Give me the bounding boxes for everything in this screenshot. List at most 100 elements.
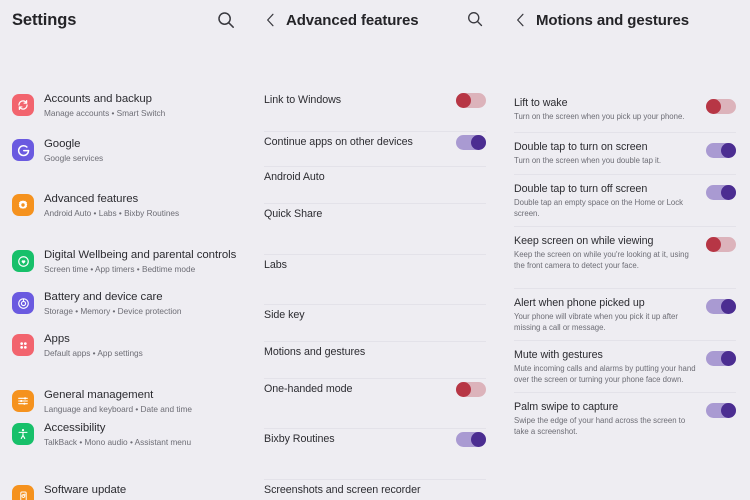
advanced-item-side-key[interactable]: Side key — [250, 304, 500, 326]
settings-item-title: General management — [44, 389, 154, 401]
settings-item-title: Digital Wellbeing and parental controls — [44, 249, 237, 261]
motions-item-text: Keep screen on while viewing Keep the sc… — [514, 234, 706, 271]
settings-item-accounts-and-backup[interactable]: Accounts and backup Manage accounts • Sm… — [0, 92, 250, 121]
toggle-switch[interactable] — [456, 431, 486, 447]
wellbeing-heart-icon — [12, 250, 34, 272]
settings-item-accessibility[interactable]: Accessibility TalkBack • Mono audio • As… — [0, 421, 250, 450]
advanced-item-text: Labs — [264, 258, 486, 272]
motions-item-label: Palm swipe to capture — [514, 401, 619, 413]
advanced-item-text: Link to Windows — [264, 93, 456, 107]
toggle-knob — [721, 403, 736, 418]
settings-item-software-update[interactable]: Software update Download and install — [0, 483, 250, 500]
advanced-item-continue-apps-on-other-devices[interactable]: Continue apps on other devices — [250, 131, 500, 153]
motions-item-description: Turn on the screen when you double tap i… — [514, 156, 662, 165]
advanced-item-one-handed-mode[interactable]: One-handed mode — [250, 378, 500, 400]
page-title: Settings — [12, 10, 77, 29]
motions-item-palm-swipe-to-capture[interactable]: Palm swipe to capture Swipe the edge of … — [500, 392, 750, 437]
toggle-switch[interactable] — [456, 134, 486, 150]
search-icon[interactable] — [216, 10, 236, 30]
toggle-switch[interactable] — [706, 143, 736, 158]
motions-item-mute-with-gestures[interactable]: Mute with gestures Mute incoming calls a… — [500, 340, 750, 385]
chevron-left-icon[interactable] — [262, 9, 278, 31]
toggle-knob — [471, 134, 486, 150]
advanced-item-label: Side key — [264, 309, 305, 321]
motions-item-label: Double tap to turn off screen — [514, 183, 648, 195]
toggle-knob — [456, 92, 471, 108]
motions-item-description: Swipe the edge of your hand across the s… — [514, 416, 686, 436]
toggle-switch[interactable] — [706, 99, 736, 114]
motions-item-text: Mute with gestures Mute incoming calls a… — [514, 348, 706, 385]
advanced-item-text: One-handed mode — [264, 382, 456, 396]
toggle-switch[interactable] — [456, 381, 486, 397]
chevron-left-icon[interactable] — [512, 9, 528, 31]
motions-item-label: Double tap to turn on screen — [514, 141, 648, 153]
settings-item-subtitle: TalkBack • Mono audio • Assistant menu — [44, 437, 192, 447]
advanced-item-text: Screenshots and screen recorder — [264, 483, 486, 497]
advanced-item-text: Android Auto — [264, 170, 486, 184]
advanced-item-screenshots-and-screen-recorder[interactable]: Screenshots and screen recorder — [250, 479, 500, 500]
advanced-item-labs[interactable]: Labs — [250, 254, 500, 276]
advanced-item-motions-and-gestures[interactable]: Motions and gestures — [250, 341, 500, 363]
settings-item-text: Software update Download and install — [44, 483, 126, 500]
toggle-knob — [706, 99, 721, 114]
google-g-icon — [12, 139, 34, 161]
settings-item-subtitle: Language and keyboard • Date and time — [44, 404, 192, 414]
settings-item-subtitle: Android Auto • Labs • Bixby Routines — [44, 208, 180, 218]
toggle-switch[interactable] — [706, 351, 736, 366]
advanced-item-link-to-windows[interactable]: Link to Windows — [250, 89, 500, 111]
settings-item-digital-wellbeing-and-parental-controls[interactable]: Digital Wellbeing and parental controls … — [0, 248, 250, 277]
settings-item-title: Accounts and backup — [44, 93, 152, 105]
advanced-item-quick-share[interactable]: Quick Share — [250, 203, 500, 225]
advanced-features-pane: Advanced features Link to Windows Contin… — [250, 0, 500, 500]
toggle-switch[interactable] — [706, 299, 736, 314]
motions-item-text: Palm swipe to capture Swipe the edge of … — [514, 400, 706, 437]
settings-item-title: Battery and device care — [44, 291, 163, 303]
settings-item-subtitle: Screen time • App timers • Bedtime mode — [44, 264, 196, 274]
motions-item-double-tap-to-turn-on-screen[interactable]: Double tap to turn on screen Turn on the… — [500, 132, 750, 167]
settings-item-battery-and-device-care[interactable]: Battery and device care Storage • Memory… — [0, 290, 250, 319]
motions-item-description: Turn on the screen when you pick up your… — [514, 112, 685, 121]
advanced-item-label: Motions and gestures — [264, 346, 366, 358]
advanced-item-label: Android Auto — [264, 171, 325, 183]
motions-item-text: Double tap to turn on screen Turn on the… — [514, 140, 706, 167]
toggle-knob — [721, 351, 736, 366]
motions-item-text: Double tap to turn off screen Double tap… — [514, 182, 706, 219]
motions-item-label: Mute with gestures — [514, 349, 603, 361]
settings-screen: Settings Accounts and backup Manage acco… — [0, 0, 750, 500]
search-icon[interactable] — [466, 10, 486, 30]
motions-item-label: Keep screen on while viewing — [514, 235, 654, 247]
advanced-item-android-auto[interactable]: Android Auto — [250, 166, 500, 188]
settings-item-text: Apps Default apps • App settings — [44, 332, 143, 361]
motions-item-description: Mute incoming calls and alarms by puttin… — [514, 364, 696, 384]
motions-item-lift-to-wake[interactable]: Lift to wake Turn on the screen when you… — [500, 88, 750, 123]
toggle-switch[interactable] — [706, 237, 736, 252]
toggle-knob — [706, 237, 721, 252]
settings-item-text: Advanced features Android Auto • Labs • … — [44, 192, 179, 221]
settings-item-google[interactable]: Google Google services — [0, 137, 250, 166]
toggle-switch[interactable] — [706, 403, 736, 418]
motions-item-label: Lift to wake — [514, 97, 568, 109]
sync-backup-icon — [12, 94, 34, 116]
motions-item-alert-when-phone-picked-up[interactable]: Alert when phone picked up Your phone wi… — [500, 288, 750, 333]
motions-item-double-tap-to-turn-off-screen[interactable]: Double tap to turn off screen Double tap… — [500, 174, 750, 219]
settings-item-general-management[interactable]: General management Language and keyboard… — [0, 388, 250, 417]
settings-item-title: Google — [44, 138, 81, 150]
advanced-item-label: Screenshots and screen recorder — [264, 484, 421, 496]
toggle-knob — [721, 143, 736, 158]
motions-and-gestures-title: Motions and gestures — [536, 11, 690, 29]
motions-and-gestures-list: Lift to wake Turn on the screen when you… — [500, 40, 750, 500]
toggle-knob — [721, 185, 736, 200]
advanced-item-text: Side key — [264, 308, 486, 322]
settings-item-text: Digital Wellbeing and parental controls … — [44, 248, 236, 277]
settings-pane: Settings Accounts and backup Manage acco… — [0, 0, 250, 500]
motions-item-description: Keep the screen on while you're looking … — [514, 250, 689, 270]
settings-item-apps[interactable]: Apps Default apps • App settings — [0, 332, 250, 361]
toggle-switch[interactable] — [456, 92, 486, 108]
settings-item-advanced-features[interactable]: Advanced features Android Auto • Labs • … — [0, 192, 250, 221]
motions-item-keep-screen-on-while-viewing[interactable]: Keep screen on while viewing Keep the sc… — [500, 226, 750, 271]
toggle-switch[interactable] — [706, 185, 736, 200]
accessibility-person-icon — [12, 423, 34, 445]
toggle-knob — [456, 381, 471, 397]
advanced-item-bixby-routines[interactable]: Bixby Routines — [250, 428, 500, 450]
advanced-item-label: Quick Share — [264, 208, 323, 220]
